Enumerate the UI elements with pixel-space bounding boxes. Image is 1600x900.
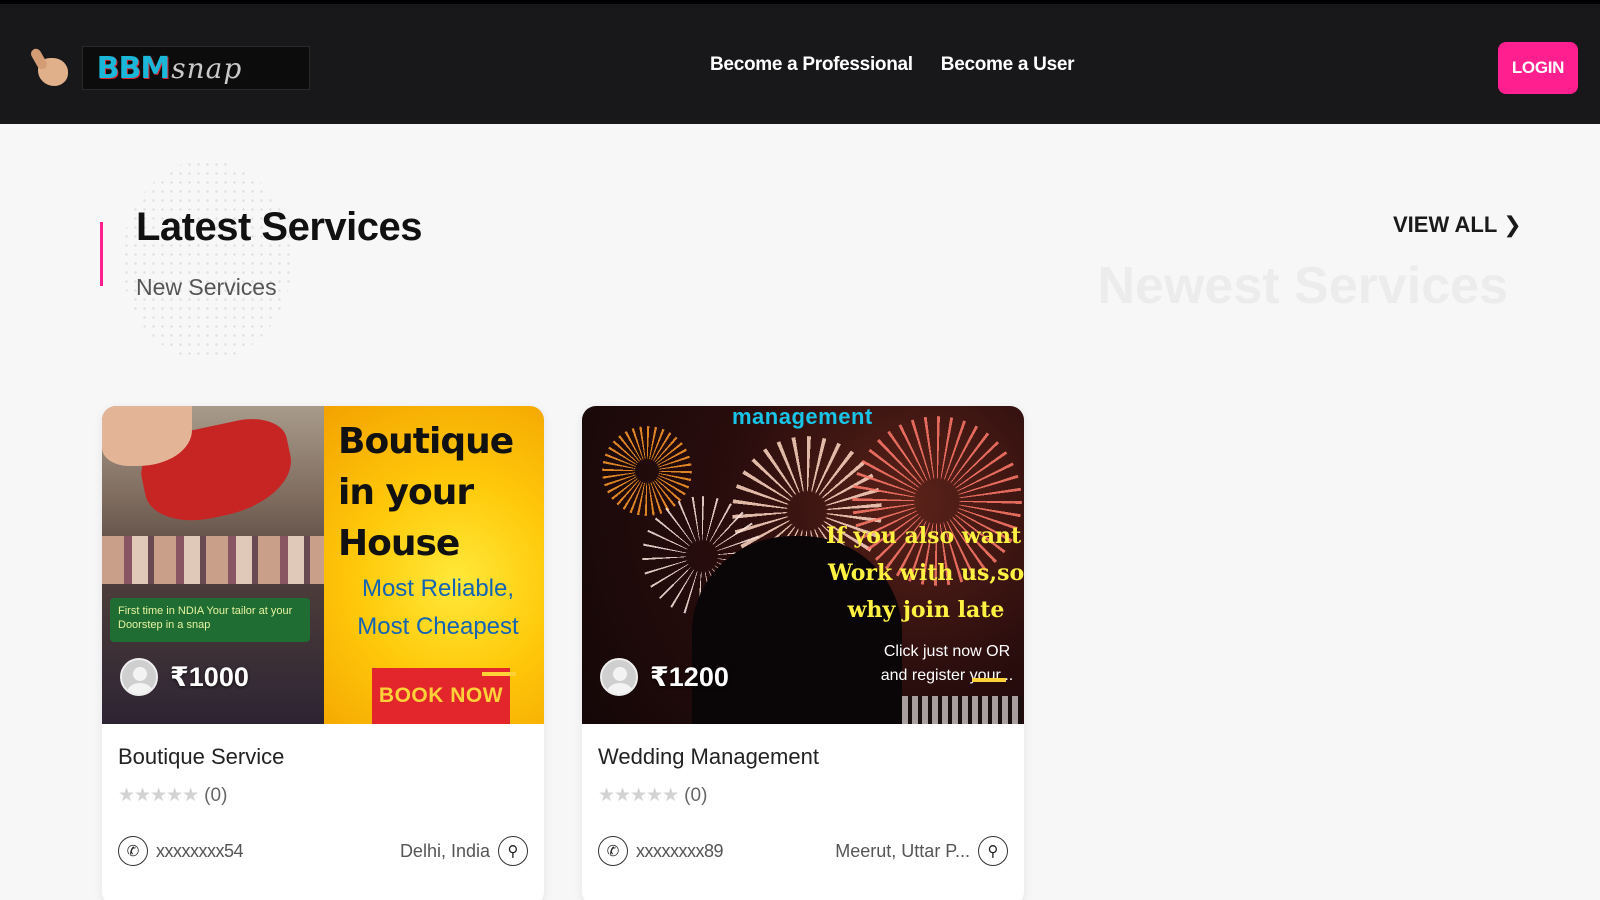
service-price: ₹1000: [170, 661, 249, 692]
image-yellow-text: If you also want to Work with us,so why …: [826, 518, 1024, 629]
view-all-link[interactable]: VIEW ALL ❯: [1393, 212, 1522, 238]
logo-brand: BBM: [96, 50, 171, 86]
service-price: ₹1200: [650, 661, 729, 692]
top-navbar: BBM snap Become a Professional Become a …: [0, 0, 1600, 124]
phone-contact[interactable]: ✆ xxxxxxxx54: [118, 836, 244, 866]
section-accent-bar: [100, 222, 103, 286]
card-footer: ✆ xxxxxxxx89 Meerut, Uttar P... ⚲: [598, 836, 1008, 866]
service-title[interactable]: Boutique Service: [118, 744, 284, 770]
phone-number: xxxxxxxx89: [636, 840, 724, 861]
service-card-boutique[interactable]: First time in NDIA Your tailor at your D…: [102, 406, 544, 900]
section-title: Latest Services: [136, 205, 423, 249]
logo-script: snap: [171, 51, 243, 85]
location-text: Meerut, Uttar P...: [835, 840, 970, 861]
white-line: and register your...: [880, 667, 1014, 684]
location[interactable]: Delhi, India ⚲: [400, 836, 528, 866]
nav-become-professional[interactable]: Become a Professional: [710, 54, 913, 76]
location-text: Delhi, India: [399, 840, 490, 861]
image-book-now: BOOK NOW: [372, 668, 510, 724]
service-image[interactable]: First time in NDIA Your tailor at your D…: [102, 406, 544, 724]
service-title[interactable]: Wedding Management: [598, 744, 819, 770]
service-image[interactable]: management If you also want to Work with…: [582, 406, 1024, 724]
dot-pattern-decoration: [122, 160, 292, 360]
phone-icon: ✆: [598, 836, 628, 866]
white-line: Click just now OR: [883, 643, 1011, 660]
location[interactable]: Meerut, Uttar P... ⚲: [835, 836, 1008, 866]
star-icon: ★★★★★: [118, 785, 199, 806]
map-pin-icon: ⚲: [978, 836, 1008, 866]
image-tagline: Most Reliable, Most Cheapest: [357, 575, 519, 640]
yellow-line: Work with us,so: [827, 560, 1024, 586]
phone-number: xxxxxxxx54: [156, 840, 244, 861]
rating-count: (0): [204, 784, 228, 806]
snap-hand-icon: [28, 44, 78, 92]
section-watermark: Newest Services: [1097, 257, 1509, 315]
card-footer: ✆ xxxxxxxx54 Delhi, India ⚲: [118, 836, 528, 866]
phone-icon: ✆: [118, 836, 148, 866]
map-pin-icon: ⚲: [498, 836, 528, 866]
image-headline: Boutique in your House: [338, 421, 514, 564]
site-logo[interactable]: BBM snap: [28, 44, 310, 92]
qr-code: [902, 696, 1022, 724]
avatar[interactable]: [600, 658, 638, 696]
logo-plate: BBM snap: [81, 46, 310, 90]
promo-text: First time in NDIA Your tailor at your D…: [110, 598, 310, 642]
main-nav: Become a Professional Become a User: [710, 54, 1075, 76]
login-button[interactable]: LOGIN: [1498, 42, 1578, 94]
phone-contact[interactable]: ✆ xxxxxxxx89: [598, 836, 724, 866]
section-subtitle: New Services: [136, 274, 277, 300]
chevron-right-icon: ❯: [1503, 212, 1522, 237]
price-overlay: ₹1000: [120, 658, 249, 696]
image-top-text: management: [732, 406, 873, 429]
yellow-line: If you also want to: [826, 523, 1024, 549]
avatar[interactable]: [120, 658, 158, 696]
star-icon: ★★★★★: [598, 785, 679, 806]
dress-strip: [102, 536, 324, 584]
rating: ★★★★★ (0): [598, 784, 707, 807]
rating-count: (0): [684, 784, 708, 806]
view-all-label: VIEW ALL: [1393, 212, 1498, 237]
service-card-wedding[interactable]: management If you also want to Work with…: [582, 406, 1024, 900]
nav-become-user[interactable]: Become a User: [941, 54, 1075, 76]
price-overlay: ₹1200: [600, 658, 729, 696]
rating: ★★★★★ (0): [118, 784, 227, 807]
yellow-line: why join late: [847, 597, 1005, 623]
